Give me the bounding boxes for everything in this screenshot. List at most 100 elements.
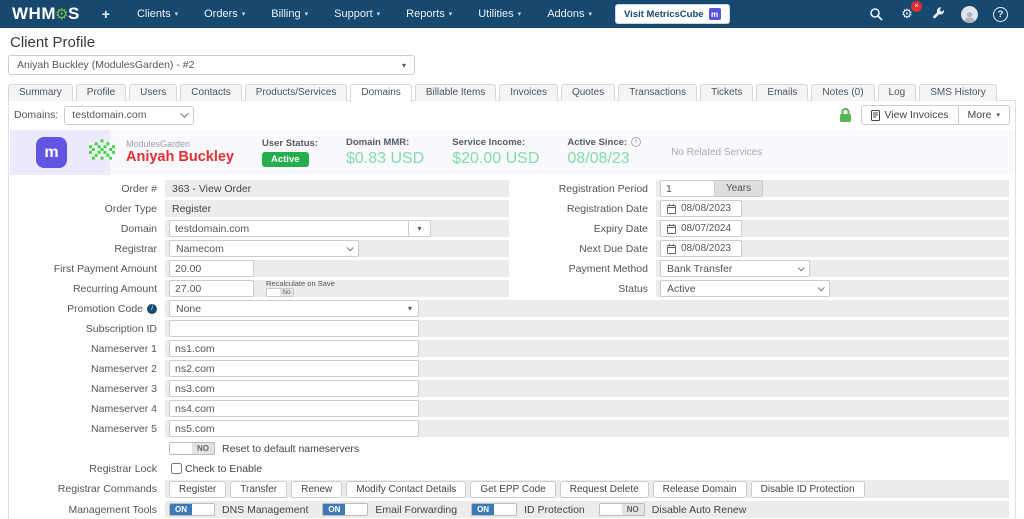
subscription-id-row: Subscription ID (15, 320, 1009, 337)
disable-id-protection-button[interactable]: Disable ID Protection (750, 480, 865, 498)
reset-nameservers-toggle[interactable]: NO (169, 442, 215, 455)
calendar-icon (667, 203, 676, 214)
first-payment-row: First Payment Amount (15, 260, 509, 277)
request-delete-button[interactable]: Request Delete (559, 480, 649, 498)
related-services-text: No Related Services (671, 147, 763, 158)
logo-text-s: S (67, 4, 80, 23)
recurring-amount-input[interactable] (169, 280, 254, 297)
invoice-icon (870, 109, 880, 121)
caret-down-icon: ▾ (304, 11, 309, 18)
top-navbar: WHM ⚙ S + Clients ▾ Orders ▾ Billing ▾ Suppor… (0, 0, 1024, 28)
nameserver-3-row: Nameserver 3 (15, 380, 1009, 397)
client-name[interactable]: Aniyah Buckley (126, 149, 234, 166)
view-invoices-button[interactable]: View Invoices (860, 105, 959, 125)
menu-billing[interactable]: Billing ▾ (258, 0, 321, 28)
register-button[interactable]: Register (169, 480, 227, 498)
nameserver-4-input[interactable] (169, 400, 419, 417)
whmcs-logo[interactable]: WHM ⚙ S (12, 4, 80, 24)
search-icon[interactable] (868, 6, 884, 22)
domains-label: Domains: (14, 109, 59, 121)
main-menu: Clients ▾ Orders ▾ Billing ▾ Support ▾ Repor… (124, 0, 605, 28)
menu-clients[interactable]: Clients ▾ (124, 0, 191, 28)
domain-input[interactable] (169, 220, 409, 237)
promotion-code-select[interactable]: None ▾ (169, 300, 419, 317)
nameserver-4-row: Nameserver 4 (15, 400, 1009, 417)
modify-contact-details-button[interactable]: Modify Contact Details (346, 480, 467, 498)
nameserver-3-input[interactable] (169, 380, 419, 397)
transfer-button[interactable]: Transfer (230, 480, 288, 498)
client-profile-tabs: Summary Profile Users Contacts Products/… (8, 84, 1016, 102)
tab-notes[interactable]: Notes (0) (811, 84, 875, 101)
metricscube-logo: m (36, 137, 67, 168)
tab-quotes[interactable]: Quotes (560, 84, 616, 101)
nameserver-2-input[interactable] (169, 360, 419, 377)
disable-auto-renew-toggle[interactable]: NO (598, 503, 645, 516)
menu-orders[interactable]: Orders ▾ (191, 0, 258, 28)
tab-users[interactable]: Users (129, 84, 178, 101)
registrar-commands-row: Registrar Commands Register Transfer Ren… (15, 480, 1009, 498)
payment-method-row: Payment Method Bank Transfer (513, 260, 1009, 277)
help-icon[interactable]: ? (993, 6, 1008, 22)
tab-profile[interactable]: Profile (75, 84, 127, 101)
nameserver-1-row: Nameserver 1 (15, 340, 1009, 357)
menu-addons[interactable]: Addons ▾ (534, 0, 605, 28)
id-protection-toggle[interactable]: ON (471, 503, 518, 516)
years-addon: Years (715, 180, 763, 197)
menu-utilities[interactable]: Utilities ▾ (465, 0, 534, 28)
renew-button[interactable]: Renew (291, 480, 343, 498)
first-payment-input[interactable] (169, 260, 254, 277)
page-title: Client Profile (10, 34, 96, 51)
reset-nameservers-row: NO Reset to default nameservers (15, 440, 1009, 457)
payment-method-select[interactable]: Bank Transfer (660, 260, 810, 277)
email-forwarding-toggle[interactable]: ON (322, 503, 369, 516)
get-epp-code-button[interactable]: Get EPP Code (470, 480, 556, 498)
promotion-code-row: Promotion Code i None ▾ (15, 300, 1009, 317)
order-link[interactable]: 363 - View Order (169, 183, 251, 195)
service-income-block: Service Income: $20.00 USD (452, 136, 540, 168)
recalculate-toggle[interactable]: No (266, 288, 294, 298)
domain-dropdown-button[interactable]: ▾ (409, 220, 431, 237)
modulesgarden-logo (89, 139, 115, 166)
caret-down-icon: ▾ (996, 112, 1000, 119)
caret-down-icon: ▾ (588, 11, 593, 18)
service-income-value: $20.00 USD (452, 150, 540, 168)
tab-log[interactable]: Log (877, 84, 917, 101)
registrar-select[interactable]: Namecom (169, 240, 359, 257)
menu-support[interactable]: Support ▾ (321, 0, 393, 28)
tab-invoices[interactable]: Invoices (499, 84, 558, 101)
gear-logo-icon: ⚙ (54, 6, 69, 23)
tab-products-services[interactable]: Products/Services (244, 84, 348, 101)
status-select[interactable]: Active (660, 280, 830, 297)
next-due-date-input[interactable]: 08/08/2023 (660, 240, 742, 257)
avatar[interactable] (961, 5, 978, 23)
tab-emails[interactable]: Emails (756, 84, 809, 101)
registration-date-input[interactable]: 08/08/2023 (660, 200, 742, 217)
release-domain-button[interactable]: Release Domain (652, 480, 747, 498)
calendar-icon (667, 243, 676, 254)
registrar-lock-checkbox[interactable] (171, 463, 182, 474)
registrar-lock-status-icon[interactable] (838, 107, 853, 123)
tab-transactions[interactable]: Transactions (618, 84, 698, 101)
more-button[interactable]: More ▾ (958, 105, 1010, 125)
tab-billable-items[interactable]: Billable Items (414, 84, 497, 101)
quick-add-button[interactable]: + (102, 6, 110, 22)
caret-down-icon: ▾ (241, 11, 246, 18)
client-selector-dropdown[interactable]: Aniyah Buckley (ModulesGarden) - #2 ▾ (8, 55, 415, 75)
nameserver-1-input[interactable] (169, 340, 419, 357)
nameserver-5-input[interactable] (169, 420, 419, 437)
tab-tickets[interactable]: Tickets (700, 84, 754, 101)
tab-domains[interactable]: Domains (350, 84, 412, 102)
subscription-id-input[interactable] (169, 320, 419, 337)
visit-metricscube-button[interactable]: Visit MetricsCube m (615, 4, 730, 24)
wrench-icon[interactable] (930, 6, 946, 22)
menu-reports[interactable]: Reports ▾ (393, 0, 465, 28)
caret-down-icon: ▾ (174, 11, 179, 18)
tab-summary[interactable]: Summary (8, 84, 73, 101)
expiry-date-input[interactable]: 08/07/2024 (660, 220, 742, 237)
tab-sms-history[interactable]: SMS History (919, 84, 997, 101)
automation-status-icon[interactable]: ⚙ × (899, 1, 922, 22)
tab-contacts[interactable]: Contacts (180, 84, 242, 101)
dns-management-toggle[interactable]: ON (169, 503, 215, 516)
registration-period-input[interactable] (660, 180, 715, 197)
domain-select[interactable]: testdomain.com (64, 105, 195, 125)
